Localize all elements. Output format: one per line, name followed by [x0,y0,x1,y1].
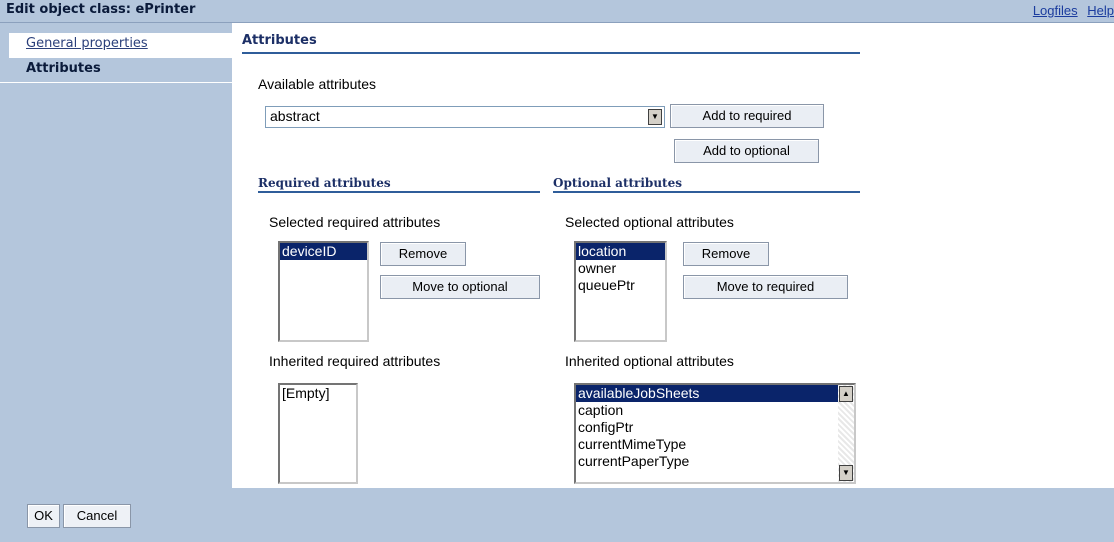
inherited-optional-label: Inherited optional attributes [565,353,734,369]
selected-required-label: Selected required attributes [269,214,441,230]
available-attributes-label: Available attributes [258,76,377,92]
inherited-optional-list[interactable]: availableJobSheets caption configPtr cur… [574,383,856,484]
header-links: Logfiles Help [1027,3,1114,18]
selected-optional-list[interactable]: location owner queuePtr [574,241,667,342]
available-attributes-value: abstract [270,108,320,124]
help-link[interactable]: Help [1087,3,1114,18]
scroll-down-icon[interactable]: ▼ [839,465,853,481]
scroll-up-icon[interactable]: ▲ [839,386,853,402]
move-to-optional-button[interactable]: Move to optional [380,275,540,299]
list-item[interactable]: [Empty] [280,385,356,402]
title-bar: Edit object class: ePrinter Logfiles Hel… [0,0,1114,23]
list-item[interactable]: configPtr [576,419,854,436]
sidebar-item-attributes[interactable]: Attributes [0,58,232,83]
inherited-required-list[interactable]: [Empty] [278,383,358,484]
ok-button[interactable]: OK [27,504,60,528]
list-item[interactable]: queuePtr [576,277,665,294]
required-attributes-heading: Required attributes [258,176,540,193]
cancel-button[interactable]: Cancel [63,504,131,528]
list-item[interactable]: availableJobSheets [576,385,838,402]
page-title: Attributes [242,33,860,54]
remove-optional-button[interactable]: Remove [683,242,769,266]
remove-required-button[interactable]: Remove [380,242,466,266]
list-item[interactable]: currentPaperType [576,453,854,470]
add-to-required-button[interactable]: Add to required [670,104,824,128]
sidebar-item-general-properties[interactable]: General properties [9,33,232,58]
selected-required-list[interactable]: deviceID [278,241,369,342]
main-panel: Attributes Available attributes abstract… [232,23,1114,488]
list-item[interactable]: deviceID [280,243,367,260]
list-item[interactable]: currentMimeType [576,436,854,453]
window-title: Edit object class: ePrinter [6,2,196,17]
logfiles-link[interactable]: Logfiles [1033,3,1078,18]
chevron-down-icon[interactable]: ▼ [648,109,662,125]
selected-optional-label: Selected optional attributes [565,214,734,230]
inherited-required-label: Inherited required attributes [269,353,441,369]
list-item[interactable]: owner [576,260,665,277]
available-attributes-select[interactable]: abstract ▼ [265,106,665,128]
optional-attributes-heading: Optional attributes [553,176,860,193]
sidebar: General properties Attributes [0,23,232,488]
move-to-required-button[interactable]: Move to required [683,275,848,299]
add-to-optional-button[interactable]: Add to optional [674,139,819,163]
vertical-scrollbar[interactable]: ▲ ▼ [838,385,854,482]
list-item[interactable]: location [576,243,665,260]
footer-bar: OK Cancel [0,488,1114,542]
list-item[interactable]: caption [576,402,854,419]
